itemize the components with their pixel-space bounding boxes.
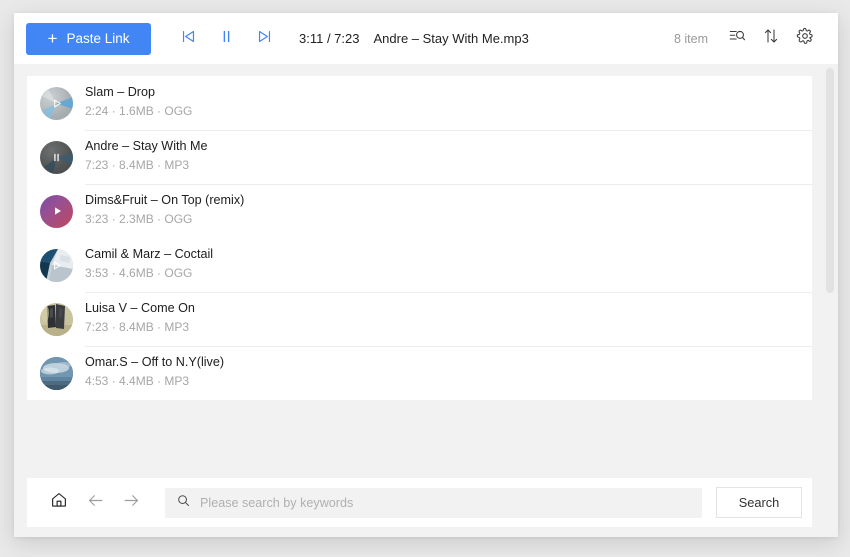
scrollbar-thumb[interactable] [826,68,834,293]
item-count: 8 item [673,31,708,46]
track-name: Omar.S – Off to N.Y(live) [85,355,225,370]
table-row[interactable]: Andre – Stay With Me 7:23 · 8.4MB · MP3 [27,130,812,184]
bottom-bar: Please search by keywords Search [27,478,812,527]
track-info: Slam – Drop 2:24 · 1.6MB · OGG [85,85,192,120]
avatar [40,356,73,390]
table-row[interactable]: Slam – Drop 2:24 · 1.6MB · OGG [27,76,812,130]
track-info: Andre – Stay With Me 7:23 · 8.4MB · MP3 [85,139,208,174]
search-placeholder: Please search by keywords [200,495,354,510]
time-display: 3:11 / 7:23 [299,31,360,46]
track-meta: 7:23 · 8.4MB · MP3 [85,158,190,173]
current-track-title: Andre – Stay With Me.mp3 [373,31,529,46]
toolbar: + Paste Link 3:11 / 7:23 Andre – Stay Wi… [14,13,838,64]
paste-link-label: Paste Link [66,31,130,46]
app-window: + Paste Link 3:11 / 7:23 Andre – Stay Wi… [14,13,838,537]
transport-controls [169,22,283,56]
filter-button[interactable] [720,22,754,56]
table-row[interactable]: Luisa V – Come On 7:23 · 8.4MB · MP3 [27,292,812,346]
arrow-right-icon [122,491,141,515]
next-button[interactable] [245,22,283,56]
avatar [40,86,73,120]
skip-next-icon [256,28,273,50]
plus-icon: + [47,28,58,48]
settings-button[interactable] [788,22,822,56]
home-button[interactable] [41,486,77,520]
play-icon [40,249,73,282]
track-name: Luisa V – Come On [85,301,195,316]
track-info: Dims&Fruit – On Top (remix) 3:23 · 2.3MB… [85,193,244,228]
sort-arrows-icon [762,27,780,50]
skip-previous-icon [180,28,197,50]
table-row[interactable]: Dims&Fruit – On Top (remix) 3:23 · 2.3MB… [27,184,812,238]
pause-button[interactable] [207,22,245,56]
track-list: Slam – Drop 2:24 · 1.6MB · OGG Andre – S… [27,76,812,400]
track-name: Camil & Marz – Coctail [85,247,214,262]
table-row[interactable]: Camil & Marz – Coctail 3:53 · 4.6MB · OG… [27,238,812,292]
track-name: Andre – Stay With Me [85,139,208,154]
track-info: Omar.S – Off to N.Y(live) 4:53 · 4.4MB ·… [85,355,224,390]
track-meta: 3:53 · 4.6MB · OGG [85,266,193,281]
list-search-icon [728,27,746,50]
scrollbar[interactable] [825,68,836,398]
gear-icon [796,27,814,50]
arrow-left-icon [86,491,105,515]
pause-icon [218,28,235,50]
track-name: Dims&Fruit – On Top (remix) [85,193,245,208]
track-info: Camil & Marz – Coctail 3:53 · 4.6MB · OG… [85,247,213,282]
home-icon [50,491,68,514]
play-icon [40,195,73,228]
track-meta: 7:23 · 8.4MB · MP3 [85,320,190,335]
table-row[interactable]: Omar.S – Off to N.Y(live) 4:53 · 4.4MB ·… [27,346,812,400]
now-playing: 3:11 / 7:23 Andre – Stay With Me.mp3 [299,31,529,46]
sort-button[interactable] [754,22,788,56]
avatar [40,248,73,282]
toolbar-right-actions: 8 item [674,22,826,56]
previous-button[interactable] [169,22,207,56]
back-button[interactable] [77,486,113,520]
track-info: Luisa V – Come On 7:23 · 8.4MB · MP3 [85,301,195,336]
track-meta: 3:23 · 2.3MB · OGG [85,212,193,227]
paste-link-button[interactable]: + Paste Link [26,22,151,55]
play-icon [40,87,73,120]
search-icon [176,493,191,513]
forward-button[interactable] [113,486,149,520]
track-name: Slam – Drop [85,85,155,100]
track-meta: 4:53 · 4.4MB · MP3 [85,374,190,389]
avatar [40,302,73,336]
avatar [40,140,73,174]
search-button[interactable]: Search [716,487,802,518]
track-meta: 2:24 · 1.6MB · OGG [85,104,193,119]
search-input[interactable]: Please search by keywords [165,487,702,518]
pause-icon [40,141,73,174]
avatar [40,194,73,228]
